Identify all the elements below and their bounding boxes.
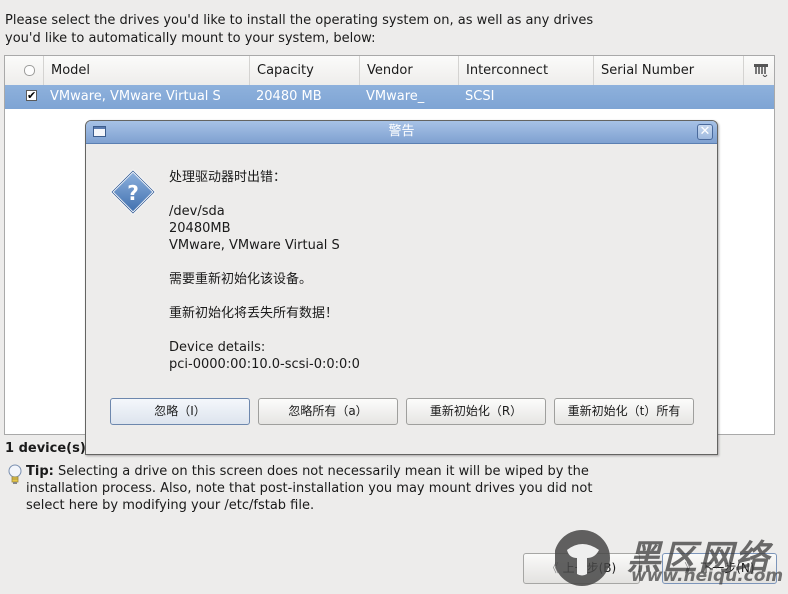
lightbulb-icon — [8, 464, 22, 484]
column-header-model[interactable]: Model — [43, 56, 249, 85]
next-label: 下一步(N) — [700, 561, 755, 575]
cell-vendor: VMware_ — [366, 89, 425, 104]
message-line: VMware, VMware Virtual S — [169, 238, 340, 253]
tip-body: Selecting a drive on this screen does no… — [26, 464, 593, 513]
next-button[interactable]: 》 下一步(N) — [662, 553, 777, 584]
table-header: Model Capacity Vendor Interconnect Seria… — [5, 56, 774, 86]
column-header-capacity[interactable]: Capacity — [249, 56, 359, 85]
cell-interconnect: SCSI — [465, 89, 495, 104]
ignore-all-button[interactable]: 忽略所有（a） — [258, 398, 398, 425]
dialog-message: 处理驱动器时出错： /dev/sda 20480MB VMware, VMwar… — [169, 169, 689, 373]
message-line: 需要重新初始化该设备。 — [169, 272, 313, 287]
message-line — [169, 186, 689, 203]
dialog-titlebar[interactable]: 警告 ✕ — [86, 121, 717, 144]
message-line: 处理驱动器时出错： — [169, 170, 287, 185]
tip-label: Tip: — [26, 464, 54, 479]
back-label: 上一步(B) — [562, 561, 617, 575]
svg-text:?: ? — [127, 181, 139, 205]
cell-model: VMware, VMware Virtual S — [50, 89, 221, 104]
select-all-checkbox[interactable] — [24, 65, 35, 76]
column-chooser-button[interactable] — [743, 56, 774, 85]
back-arrow-icon: 《 — [546, 561, 563, 575]
message-line: /dev/sda — [169, 204, 225, 219]
cell-capacity: 20480 MB — [256, 89, 322, 104]
columns-icon — [754, 64, 768, 77]
select-all-column[interactable] — [5, 56, 43, 85]
device-count: 1 device(s) — [5, 441, 86, 456]
message-line: 20480MB — [169, 221, 231, 236]
cell-serial-number — [593, 85, 743, 109]
message-line — [169, 288, 689, 305]
message-line: 重新初始化将丢失所有数据！ — [169, 306, 339, 321]
back-button[interactable]: 《 上一步(B) — [523, 553, 640, 584]
message-line: pci-0000:00:10.0-scsi-0:0:0:0 — [169, 357, 360, 372]
close-icon[interactable]: ✕ — [697, 124, 713, 140]
reinitialize-button[interactable]: 重新初始化（R） — [406, 398, 546, 425]
warning-dialog: 警告 ✕ ? 处理驱动器时出错： /dev/sda 20480MB VMware… — [85, 120, 718, 455]
instructions-text: Please select the drives you'd like to i… — [5, 12, 705, 48]
message-line — [169, 254, 689, 271]
column-header-vendor[interactable]: Vendor — [359, 56, 458, 85]
dialog-title: 警告 — [388, 124, 415, 139]
instructions-line-1: Please select the drives you'd like to i… — [5, 13, 594, 28]
column-header-serial-number[interactable]: Serial Number — [593, 56, 743, 85]
tip-text: Tip: Selecting a drive on this screen do… — [26, 463, 626, 514]
next-arrow-icon: 》 — [684, 561, 701, 575]
column-header-interconnect[interactable]: Interconnect — [458, 56, 593, 85]
table-row[interactable]: ✔ VMware, VMware Virtual S 20480 MB VMwa… — [5, 85, 774, 109]
reinitialize-all-button[interactable]: 重新初始化（t）所有 — [554, 398, 694, 425]
instructions-line-2: you'd like to automatically mount to you… — [5, 31, 376, 46]
message-line — [169, 322, 689, 339]
ignore-button[interactable]: 忽略（I） — [110, 398, 250, 425]
question-icon: ? — [110, 169, 156, 215]
message-line: Device details: — [169, 340, 266, 355]
row-checkbox[interactable]: ✔ — [26, 90, 37, 101]
